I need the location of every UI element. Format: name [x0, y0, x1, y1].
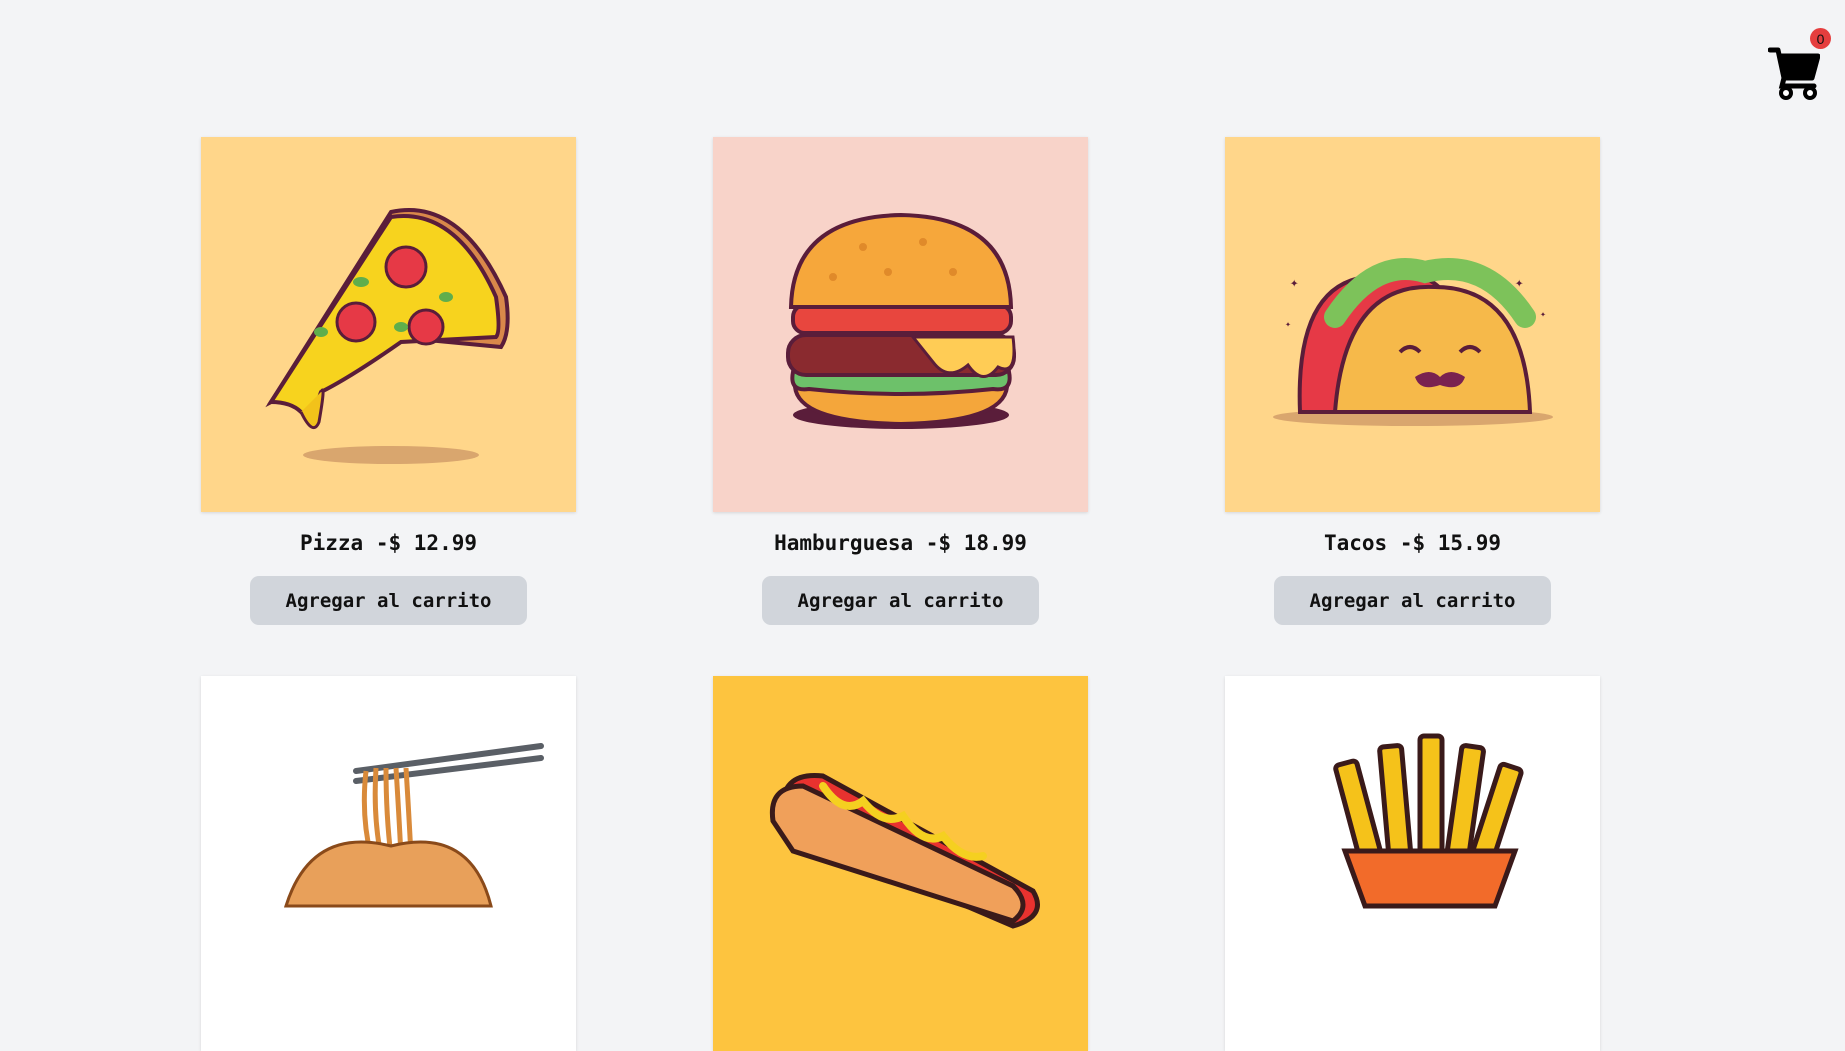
svg-text:✦: ✦ — [1515, 275, 1524, 291]
french-fries-illustration — [1225, 676, 1600, 1051]
add-to-cart-button[interactable]: Agregar al carrito — [1274, 576, 1551, 625]
svg-text:✦: ✦ — [1290, 275, 1299, 291]
product-title: Pizza -$ 12.99 — [299, 531, 477, 555]
hamburguesa-image — [713, 137, 1088, 512]
product-card-tacos: ✦ ✦ ✦ ✦ Tacos -$ 15.99 Agregar al carrit… — [1225, 137, 1600, 625]
pizza-image — [201, 137, 576, 512]
product-card-pizza: Pizza -$ 12.99 Agregar al carrito — [201, 137, 576, 625]
svg-text:✦: ✦ — [1285, 319, 1291, 330]
product-card-hamburguesa: Hamburguesa -$ 18.99 Agregar al carrito — [713, 137, 1088, 625]
add-to-cart-button[interactable]: Agregar al carrito — [250, 576, 527, 625]
hamburger-illustration — [713, 137, 1088, 512]
product-card-noodles — [201, 676, 576, 1051]
product-title: Tacos -$ 15.99 — [1323, 531, 1501, 555]
product-grid: Pizza -$ 12.99 Agregar al carrito Hambur… — [201, 137, 1600, 1051]
add-to-cart-button[interactable]: Agregar al carrito — [762, 576, 1039, 625]
shopping-cart-icon — [1768, 47, 1820, 100]
noodles-image — [201, 676, 576, 1051]
hotdog-image — [713, 676, 1088, 1051]
cart-button[interactable]: 0 — [1768, 28, 1831, 100]
pizza-slice-illustration — [201, 137, 576, 512]
fries-image — [1225, 676, 1600, 1051]
svg-text:✦: ✦ — [1540, 309, 1546, 320]
taco-illustration: ✦ ✦ ✦ ✦ — [1225, 137, 1600, 512]
product-title: Hamburguesa -$ 18.99 — [774, 531, 1027, 555]
product-card-hotdog — [713, 676, 1088, 1051]
noodles-illustration — [201, 676, 576, 1051]
hot-dog-illustration — [713, 676, 1088, 1051]
tacos-image: ✦ ✦ ✦ ✦ — [1225, 137, 1600, 512]
product-card-fries — [1225, 676, 1600, 1051]
cart-count-badge: 0 — [1810, 28, 1831, 49]
